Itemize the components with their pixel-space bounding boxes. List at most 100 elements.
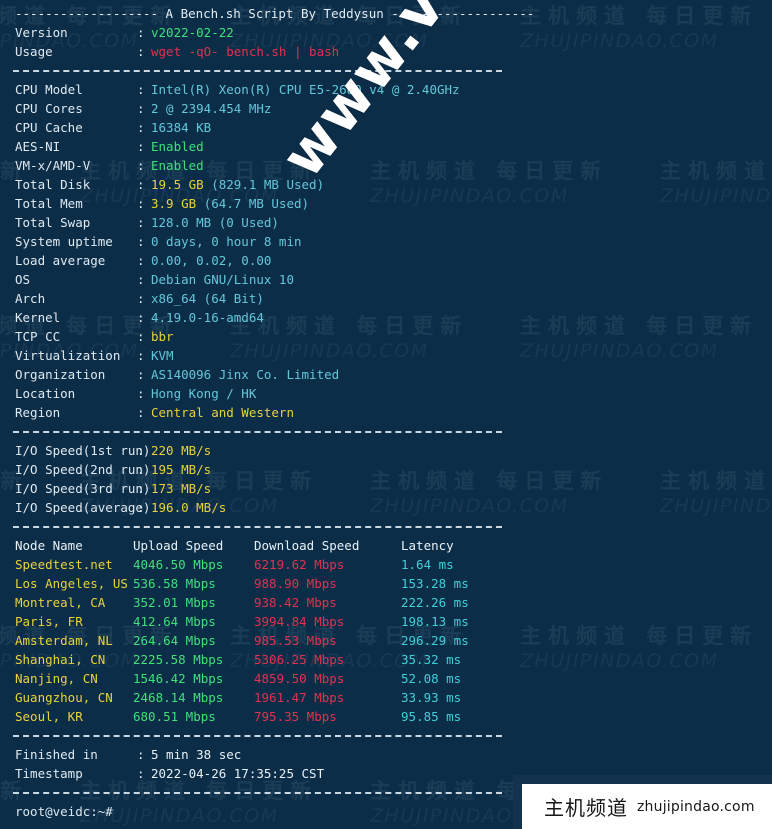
sysinfo-value: KVM <box>151 348 174 363</box>
speedtest-latency: 33.93 ms <box>401 690 462 705</box>
sysinfo-label: Kernel <box>15 310 61 325</box>
sysinfo-label: Total Disk <box>15 177 91 192</box>
sysinfo-row: VM-x/AMD-V: Enabled <box>0 156 772 175</box>
speedtest-row: Seoul, KR 680.51 Mbps 795.35 Mbps 95.85 ms <box>0 707 772 726</box>
speedtest-upload: 1546.42 Mbps <box>133 671 224 686</box>
colon: : <box>137 481 145 496</box>
colon: : <box>137 44 145 59</box>
sysinfo-value-primary: 19.5 GB <box>151 177 212 192</box>
sysinfo-value: 128.0 MB (0 Used) <box>151 215 279 230</box>
version-label: Version <box>15 25 68 40</box>
brand-badge-en-text: zhujipindao.com <box>637 798 755 815</box>
io-speed-row: I/O Speed(1st run): 220 MB/s <box>0 441 772 460</box>
speedtest-upload: 352.01 Mbps <box>133 595 216 610</box>
speedtest-upload: 536.58 Mbps <box>133 576 216 591</box>
row-finished-in: Finished in:5 min 38 sec <box>0 745 772 764</box>
speedtest-download: 938.42 Mbps <box>254 595 337 610</box>
speedtest-latency: 222.26 ms <box>401 595 469 610</box>
sysinfo-value: 2 @ 2394.454 MHz <box>151 101 272 116</box>
column-header-latency: Latency <box>401 538 454 553</box>
speedtest-upload: 412.64 Mbps <box>133 614 216 629</box>
usage-label: Usage <box>15 44 53 59</box>
sysinfo-label: CPU Cores <box>15 101 83 116</box>
colon: : <box>137 500 145 515</box>
sysinfo-label: Region <box>15 405 61 420</box>
sysinfo-label: CPU Model <box>15 82 83 97</box>
io-speed-block: I/O Speed(1st run): 220 MB/s I/O Speed(2nd… <box>0 441 772 517</box>
sysinfo-value: AS140096 Jinx Co. Limited <box>151 367 340 382</box>
speedtest-row: Guangzhou, CN 2468.14 Mbps 1961.47 Mbps 33.… <box>0 688 772 707</box>
usage-value: wget -qO- bench.sh | bash <box>151 44 340 59</box>
colon: : <box>137 272 145 287</box>
speedtest-node-name: Speedtest.net <box>15 557 113 572</box>
speedtest-row: Speedtest.net 4046.50 Mbps 6219.62 Mbps 1.6… <box>0 555 772 574</box>
colon: : <box>137 234 145 249</box>
separator-line <box>0 517 772 536</box>
sysinfo-value-primary: 3.9 GB <box>151 196 204 211</box>
speedtest-upload: 680.51 Mbps <box>133 709 216 724</box>
speedtest-download: 3994.84 Mbps <box>254 614 345 629</box>
speedtest-node-name: Guangzhou, CN <box>15 690 113 705</box>
colon: : <box>137 310 145 325</box>
sysinfo-label: Total Mem <box>15 196 83 211</box>
speedtest-node-name: Los Angeles, US <box>15 576 128 591</box>
speedtest-download: 6219.62 Mbps <box>254 557 345 572</box>
sysinfo-value: 4.19.0-16-amd64 <box>151 310 264 325</box>
io-speed-row: I/O Speed(average): 196.0 MB/s <box>0 498 772 517</box>
terminal-screenshot: 主机频道 每日更新ZHUJIPINDAO.COM主机频道 每日更新ZHUJIPI… <box>0 0 772 829</box>
terminal-output: ------------------- A Bench.sh Script By… <box>0 0 772 829</box>
io-speed-label: I/O Speed(average) <box>15 500 151 515</box>
colon: : <box>137 25 145 40</box>
sysinfo-row: Organization: AS140096 Jinx Co. Limited <box>0 365 772 384</box>
colon: : <box>137 766 145 781</box>
column-header-download-speed: Download Speed <box>254 538 360 553</box>
version-value: v2022-02-22 <box>151 25 234 40</box>
sysinfo-label: Location <box>15 386 76 401</box>
speedtest-download: 4859.50 Mbps <box>254 671 345 686</box>
sysinfo-value: 19.5 GB (829.1 MB Used) <box>151 177 324 192</box>
colon: : <box>137 253 145 268</box>
colon: : <box>137 158 145 173</box>
timestamp-value: 2022-04-26 17:35:25 CST <box>151 766 325 781</box>
sysinfo-row: Total Disk:19.5 GB (829.1 MB Used) <box>0 175 772 194</box>
sysinfo-label: OS <box>15 272 31 287</box>
colon: : <box>137 215 145 230</box>
colon: : <box>137 367 145 382</box>
column-header-node-name: Node Name <box>15 538 83 553</box>
speedtest-node-name: Shanghai, CN <box>15 652 106 667</box>
colon: : <box>137 405 145 420</box>
speedtest-download: 988.90 Mbps <box>254 576 337 591</box>
sysinfo-row: Total Swap:128.0 MB (0 Used) <box>0 213 772 232</box>
sysinfo-row: CPU Model: Intel(R) Xeon(R) CPU E5-2680 v… <box>0 80 772 99</box>
timestamp-label: Timestamp <box>15 766 83 781</box>
colon: : <box>137 177 145 192</box>
speedtest-upload: 264.64 Mbps <box>133 633 216 648</box>
colon: : <box>137 120 145 135</box>
sysinfo-value-detail: (64.7 MB Used) <box>203 196 310 211</box>
sysinfo-label: Organization <box>15 367 106 382</box>
sysinfo-row: Load average:0.00, 0.02, 0.00 <box>0 251 772 270</box>
speedtest-rows: Speedtest.net 4046.50 Mbps 6219.62 Mbps 1.6… <box>0 555 772 726</box>
speedtest-row: Paris, FR 412.64 Mbps 3994.84 Mbps 198.13 m… <box>0 612 772 631</box>
speedtest-latency: 296.29 ms <box>401 633 469 648</box>
system-info-block: CPU Model: Intel(R) Xeon(R) CPU E5-2680 v… <box>0 80 772 422</box>
separator-line <box>0 61 772 80</box>
io-speed-value: 195 MB/s <box>151 462 212 477</box>
sysinfo-label: Arch <box>15 291 46 306</box>
sysinfo-label: CPU Cache <box>15 120 83 135</box>
io-speed-label: I/O Speed(3rd run) <box>15 481 151 496</box>
speedtest-latency: 52.08 ms <box>401 671 462 686</box>
speedtest-upload: 4046.50 Mbps <box>133 557 224 572</box>
finished-label: Finished in <box>15 747 98 762</box>
colon: : <box>137 747 145 762</box>
speedtest-node-name: Seoul, KR <box>15 709 83 724</box>
sysinfo-value: Hong Kong / HK <box>151 386 257 401</box>
sysinfo-row: CPU Cores:2 @ 2394.454 MHz <box>0 99 772 118</box>
io-speed-row: I/O Speed(3rd run): 173 MB/s <box>0 479 772 498</box>
colon: : <box>137 386 145 401</box>
sysinfo-row: Region: Central and Western <box>0 403 772 422</box>
colon: : <box>137 139 145 154</box>
sysinfo-label: AES-NI <box>15 139 61 154</box>
sysinfo-row: CPU Cache:16384 KB <box>0 118 772 137</box>
sysinfo-label: Load average <box>15 253 106 268</box>
